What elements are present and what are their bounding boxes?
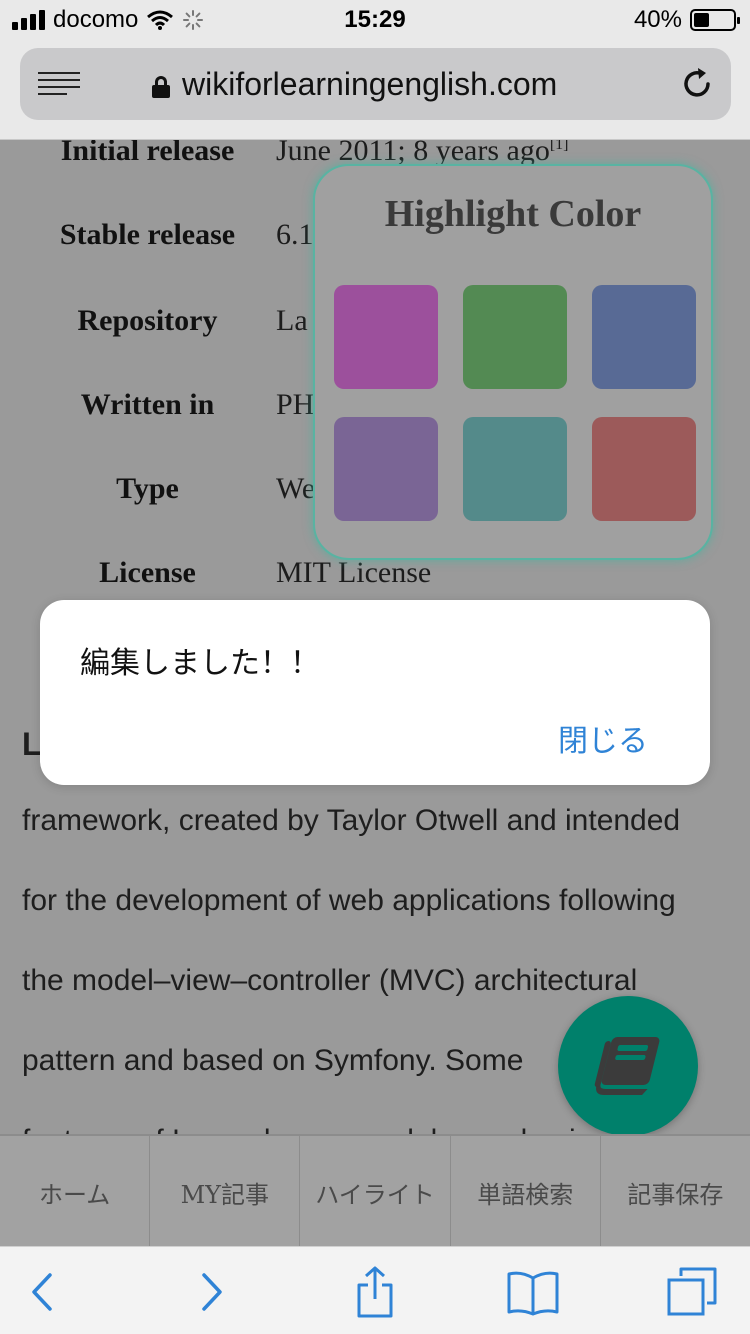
infobox-value: 6.1 [276,218,314,251]
infobox-label: Written in [80,388,215,421]
forward-chevron-icon [202,1273,222,1311]
article-line: for the development of web applications … [22,884,676,917]
article-heading: L [22,726,42,762]
article-line: features of Laravel are a modular packag… [22,1124,609,1134]
swatch-red[interactable] [592,417,696,521]
tab-save-article[interactable]: 記事保存 [601,1136,750,1248]
browser-address-area: wikiforlearningenglish.com [0,40,750,140]
infobox-label: Stable release [59,218,236,251]
lock-icon [152,75,170,98]
alert-message: 編集しました！！ [80,646,320,681]
infobox-label: License [99,556,196,589]
url-display[interactable]: wikiforlearningenglish.com [152,66,557,103]
share-icon [357,1266,393,1318]
highlight-panel-title: Highlight Color [384,193,642,235]
app-tab-bar: ホーム MY記事 ハイライト 単語検索 記事保存 [0,1134,750,1248]
book-icon [594,1037,660,1095]
swatch-blue[interactable] [592,285,696,389]
infobox-value[interactable]: PH [276,388,314,422]
swatch-teal[interactable] [463,417,567,521]
swatch-magenta[interactable] [334,285,438,389]
article-line: the model–view–controller (MVC) architec… [22,964,638,997]
back-chevron-icon [32,1273,52,1311]
infobox-label: Repository [77,304,218,337]
swatch-green[interactable] [463,285,567,389]
bookmarks-button[interactable] [503,1265,563,1319]
url-text: wikiforlearningenglish.com [182,66,558,102]
alert-close-button[interactable]: 閉じる [558,716,648,760]
battery-icon [690,9,740,31]
share-button[interactable] [345,1265,405,1319]
status-bar: docomo 15:29 40% [0,0,750,40]
tab-home[interactable]: ホーム [0,1136,151,1248]
status-right: 40% [633,6,740,34]
address-bar[interactable]: wikiforlearningenglish.com [20,48,731,120]
reader-mode-icon[interactable] [38,72,80,98]
fab-book-button[interactable] [558,996,698,1136]
infobox-value[interactable]: We [276,472,315,506]
infobox-row: License MIT License [0,556,750,596]
article-line: framework, created by Taylor Otwell and … [22,804,681,837]
article-line: pattern and based on Symfony. Some [22,1044,524,1077]
citation-link[interactable]: [1] [550,140,569,153]
tabs-button[interactable] [662,1265,722,1319]
infobox-value[interactable]: MIT License [276,556,431,590]
alert-dialog: 編集しました！！ 閉じる [40,600,710,785]
back-button[interactable] [12,1265,72,1319]
forward-button[interactable] [182,1265,242,1319]
tab-highlights[interactable]: ハイライト [300,1136,451,1248]
battery-percent: 40% [633,6,682,33]
swatch-purple[interactable] [334,417,438,521]
infobox-label: Initial release [60,140,235,167]
highlight-color-panel: Highlight Color [313,164,713,560]
browser-toolbar [0,1246,750,1334]
infobox-label: Type [116,472,179,505]
tab-my-articles[interactable]: MY記事 [150,1136,301,1248]
infobox-value[interactable]: La [276,304,308,338]
tabs-icon [667,1267,717,1316]
tab-word-search[interactable]: 単語検索 [451,1136,601,1248]
reload-icon[interactable] [679,66,715,102]
bookmarks-icon [507,1271,559,1316]
